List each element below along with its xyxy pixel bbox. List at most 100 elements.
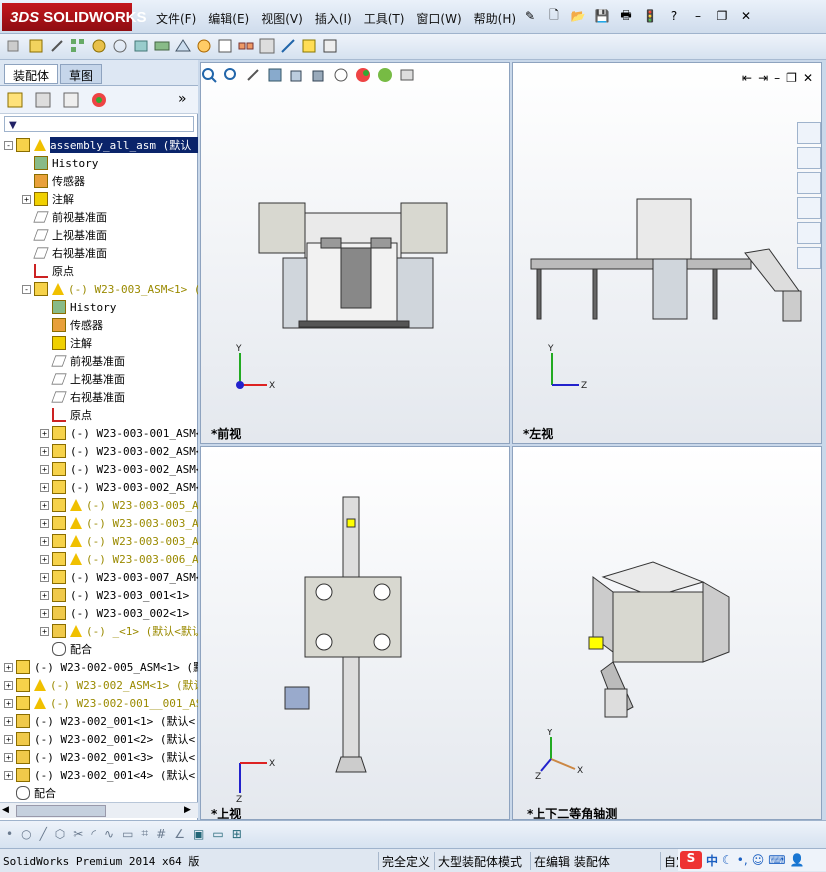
tree-row[interactable]: 前视基准面 [22, 208, 107, 226]
keyboard-icon[interactable]: ⌨ [768, 853, 785, 867]
tree-row[interactable]: + (-) W23-003_001<1> (默 [40, 586, 198, 604]
menu-file[interactable]: 文件(F) [150, 10, 202, 27]
rebuild-icon[interactable]: 🚦 [640, 6, 660, 26]
tree-row[interactable]: + (-) W23-003-006_ASM< [40, 550, 198, 568]
spline-icon[interactable]: ∿ [104, 827, 114, 841]
insert-component-icon[interactable] [6, 37, 24, 55]
assembly-features-icon[interactable] [153, 37, 171, 55]
instant3d-icon[interactable] [279, 37, 297, 55]
expand-icon[interactable]: + [40, 608, 49, 618]
tree-filter-input[interactable]: ▼ [4, 116, 194, 132]
help-icon[interactable]: ? [664, 6, 684, 26]
linear-pattern-icon[interactable] [69, 37, 87, 55]
menu-help[interactable]: 帮助(H) [468, 10, 522, 27]
solidworks-resources-icon[interactable] [797, 122, 821, 144]
tree-row[interactable]: 注解 [40, 334, 92, 352]
minimize-icon[interactable]: – [688, 6, 708, 26]
open-folder-icon[interactable]: 📂 [568, 6, 588, 26]
tree-row[interactable]: + (-) W23-003-001_ASM<1> [40, 424, 198, 442]
previous-view-icon[interactable] [244, 66, 262, 84]
tree-row[interactable]: 上视基准面 [22, 226, 107, 244]
tree-row[interactable]: 上视基准面 [40, 370, 125, 388]
expand-icon[interactable]: + [4, 716, 13, 726]
polygon-icon[interactable]: ⬡ [55, 827, 65, 841]
expand-icon[interactable]: + [40, 500, 49, 510]
collapse-icon[interactable]: - [4, 140, 13, 150]
expand-icon[interactable]: + [40, 590, 49, 600]
view-orientation-icon[interactable] [288, 66, 306, 84]
scroll-thumb[interactable] [16, 805, 106, 817]
tree-row[interactable]: 配合 [4, 784, 56, 800]
expand-icon[interactable]: + [40, 572, 49, 582]
punctuation-icon[interactable]: •, [737, 853, 748, 867]
viewport-left[interactable]: ⇤ ⇥ – ❐ ✕ Y Z *左视 [512, 62, 822, 444]
configuration-manager-icon[interactable] [62, 91, 80, 109]
view-palette-icon[interactable] [797, 197, 821, 219]
interference-detection-icon[interactable] [258, 37, 276, 55]
dimension-icon[interactable]: ⌗ [141, 826, 148, 841]
tree-row[interactable]: + (-) W23-003_002<1> (默 [40, 604, 198, 622]
new-document-icon[interactable]: 🗋 [544, 6, 564, 26]
viewport-isometric[interactable]: Y X Z *上下二等角轴测 [512, 446, 822, 820]
menu-view[interactable]: 视图(V) [255, 10, 309, 27]
horizontal-scrollbar[interactable]: ◀ ▶ [0, 802, 198, 818]
tree-row[interactable]: + (-) W23-002_001<3> (默认< [4, 748, 195, 766]
large-assembly-icon[interactable] [300, 37, 318, 55]
menu-insert[interactable]: 插入(I) [309, 10, 358, 27]
appearances-icon[interactable] [797, 222, 821, 244]
expand-icon[interactable]: + [40, 518, 49, 528]
tree-row[interactable]: + (-) W23-003-005_ASM< [40, 496, 198, 514]
print-icon[interactable]: 🖶 [616, 6, 636, 26]
rectangle-icon[interactable]: ▭ [122, 827, 133, 841]
tree-row[interactable]: + (-) W23-002-005_ASM<1> (默 [4, 658, 198, 676]
expand-icon[interactable]: + [4, 662, 13, 672]
save-icon[interactable]: 💾 [592, 6, 612, 26]
point-icon[interactable]: • [6, 827, 13, 841]
tree-row[interactable]: + (-) W23-003-002_ASM<2> [40, 460, 198, 478]
tree-row[interactable]: + (-) W23-003-007_ASM<1> [40, 568, 198, 586]
show-hidden-icon[interactable] [132, 37, 150, 55]
restore-icon[interactable]: ❐ [712, 6, 732, 26]
expand-panel-icon[interactable]: » [178, 91, 187, 107]
tab-assembly[interactable]: 装配体 [4, 64, 59, 84]
feature-manager-icon[interactable] [6, 91, 24, 109]
view-cube-icon[interactable]: ▣ [193, 827, 204, 841]
custom-properties-icon[interactable] [797, 247, 821, 269]
mate-icon[interactable] [48, 37, 66, 55]
menu-window[interactable]: 窗口(W) [410, 10, 467, 27]
tab-sketch[interactable]: 草图 [60, 64, 103, 84]
tree-row[interactable]: + (-) W23-002_ASM<1> (默认 [4, 676, 198, 694]
collapse-icon[interactable]: - [22, 284, 31, 294]
expand-icon[interactable]: + [22, 194, 31, 204]
display-style-icon[interactable] [310, 66, 328, 84]
property-manager-icon[interactable] [34, 91, 52, 109]
zoom-area-icon[interactable] [222, 66, 240, 84]
hide-show-items-icon[interactable] [332, 66, 350, 84]
new-motion-study-icon[interactable] [195, 37, 213, 55]
tree-row[interactable]: + (-) W23-003-003_AF3_ [40, 532, 198, 550]
expand-icon[interactable]: + [4, 698, 13, 708]
single-view-icon[interactable]: ▭ [212, 827, 223, 841]
user-icon[interactable]: 👤 [790, 853, 805, 867]
expand-icon[interactable]: + [40, 446, 49, 456]
reference-geometry-icon[interactable] [174, 37, 192, 55]
tree-row[interactable]: 原点 [40, 406, 92, 424]
new-part-icon[interactable] [27, 37, 45, 55]
expand-icon[interactable]: + [40, 464, 49, 474]
tree-row[interactable]: + (-) _<1> (默认<默认 [40, 622, 198, 640]
zoom-to-fit-icon[interactable] [200, 66, 218, 84]
tree-row[interactable]: 右视基准面 [22, 244, 107, 262]
move-component-icon[interactable] [111, 37, 129, 55]
tree-row[interactable]: + (-) W23-002_001<1> (默认< [4, 712, 195, 730]
tree-row[interactable]: - assembly_all_asm (默认 默 [4, 136, 198, 154]
exploded-view-icon[interactable] [237, 37, 255, 55]
expand-icon[interactable]: + [4, 680, 13, 690]
scroll-left-arrow-icon[interactable]: ◀ [2, 805, 14, 817]
smart-fasteners-icon[interactable] [90, 37, 108, 55]
tree-row[interactable]: + 注解 [22, 190, 74, 208]
bill-of-materials-icon[interactable] [216, 37, 234, 55]
view-settings-icon[interactable] [398, 66, 416, 84]
section-view-icon[interactable] [266, 66, 284, 84]
tree-row[interactable]: + (-) W23-002-001__001_AS [4, 694, 198, 712]
tree-row[interactable]: 前视基准面 [40, 352, 125, 370]
